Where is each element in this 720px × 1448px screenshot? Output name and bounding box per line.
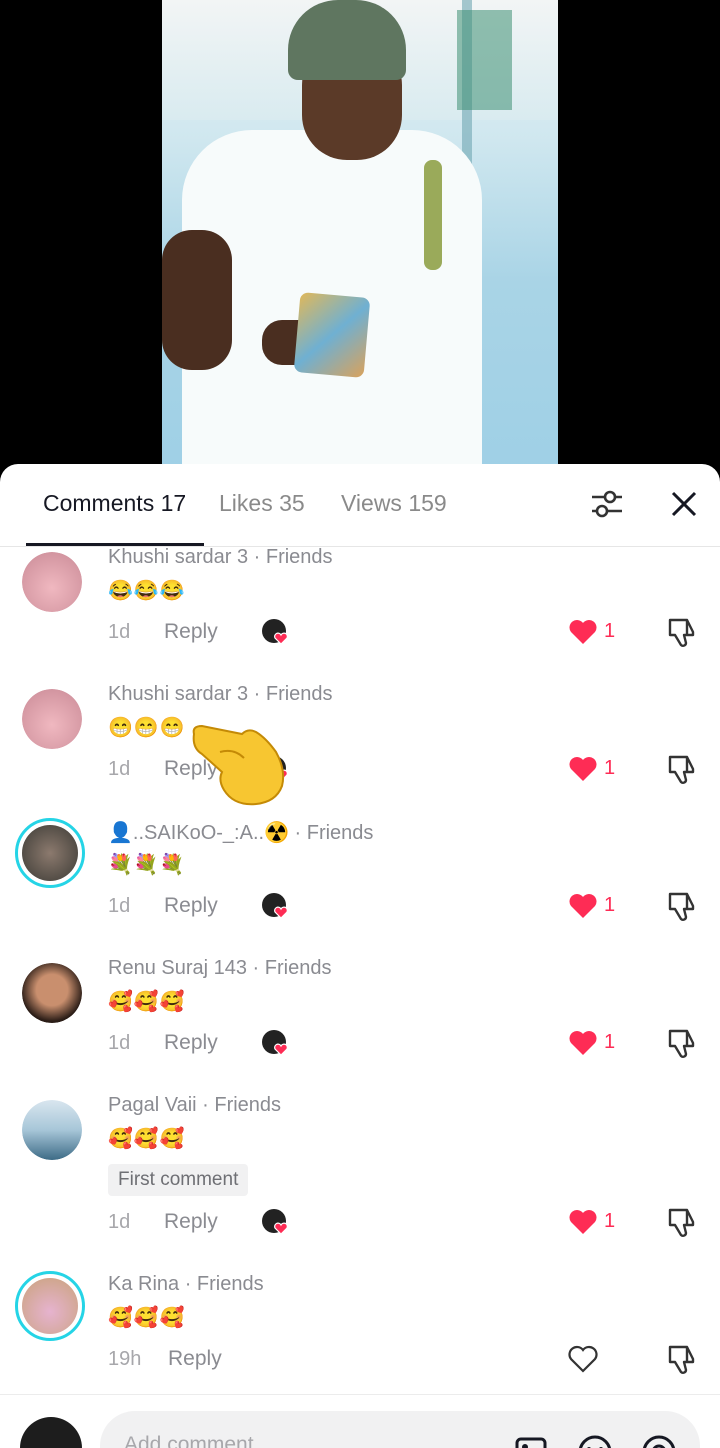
like-button[interactable]: 1 [568, 1029, 618, 1059]
comment-time: 19h [108, 1348, 142, 1370]
comment-author[interactable]: Renu Suraj 143 · Friends [108, 957, 331, 980]
thumbs-down-icon[interactable] [664, 753, 700, 787]
comment-input-placeholder: Add comment... [124, 1433, 272, 1448]
video-person-arm [162, 230, 232, 370]
comment-text: 😂😂😂 [108, 580, 186, 602]
thumbs-down-icon[interactable] [664, 616, 700, 650]
avatar[interactable] [22, 552, 82, 612]
thumbs-down-icon[interactable] [664, 1027, 700, 1061]
comment-text: 😁😁😁 [108, 717, 186, 739]
avatar[interactable] [15, 1271, 85, 1341]
comment-author[interactable]: Khushi sardar 3 · Friends [108, 683, 333, 706]
like-count: 1 [604, 894, 616, 916]
heart-icon [569, 620, 597, 644]
comment-text: 🥰🥰🥰 [108, 1307, 186, 1329]
heart-icon [569, 894, 597, 918]
video-person-cap [288, 0, 406, 80]
heart-icon [568, 1345, 598, 1373]
reply-button[interactable]: Reply [164, 620, 218, 644]
like-button[interactable] [568, 1345, 618, 1375]
comment-item: Renu Suraj 143 · Friends 🥰🥰🥰 1d Reply 1 [0, 957, 720, 1094]
thumbs-down-icon[interactable] [664, 1206, 700, 1240]
comment-author[interactable]: 👤..SAIKoO-_:A..☢️ · Friends [108, 820, 373, 845]
sheet-tabs: Comments 17 Likes 35 Views 159 [0, 464, 720, 547]
creator-liked-icon [262, 893, 288, 919]
filter-sliders-icon[interactable] [587, 484, 627, 524]
comment-author[interactable]: Khushi sardar 3 · Friends [108, 546, 333, 569]
heart-icon [569, 757, 597, 781]
video-person-bag-strap [424, 160, 442, 270]
like-button[interactable]: 1 [568, 618, 618, 648]
thumbs-down-icon[interactable] [664, 890, 700, 924]
creator-liked-icon [262, 1030, 288, 1056]
reply-button[interactable]: Reply [168, 1347, 222, 1371]
comment-item: Pagal Vaii · Friends 🥰🥰🥰 First comment 1… [0, 1094, 720, 1274]
tab-comments[interactable]: Comments 17 [43, 490, 186, 517]
heart-icon [569, 1031, 597, 1055]
tab-views[interactable]: Views 159 [341, 490, 447, 517]
emoji-icon[interactable] [576, 1433, 614, 1448]
avatar[interactable] [22, 1100, 82, 1160]
creator-liked-icon [262, 1209, 288, 1235]
pointing-hand-overlay-icon [192, 724, 285, 806]
heart-icon [569, 1210, 597, 1234]
like-count: 1 [604, 1210, 616, 1232]
reply-button[interactable]: Reply [164, 1210, 218, 1234]
like-button[interactable]: 1 [568, 755, 618, 785]
like-count: 1 [604, 1031, 616, 1053]
image-icon[interactable] [512, 1433, 550, 1448]
comment-time: 1d [108, 621, 131, 643]
like-count: 1 [604, 757, 616, 779]
close-icon[interactable] [664, 484, 704, 524]
avatar[interactable] [22, 963, 82, 1023]
comment-composer: Add comment... [0, 1394, 720, 1448]
first-comment-badge: First comment [108, 1164, 249, 1196]
at-mention-icon[interactable] [640, 1433, 678, 1448]
reply-button[interactable]: Reply [164, 894, 218, 918]
comment-item: Khushi sardar 3 · Friends 😁😁😁 1d Reply 1 [0, 683, 720, 820]
like-button[interactable]: 1 [568, 1208, 618, 1238]
comment-item: Khushi sardar 3 · Friends 😂😂😂 1d Reply 1 [0, 546, 720, 683]
reply-button[interactable]: Reply [164, 1031, 218, 1055]
comment-text: 🥰🥰🥰 [108, 991, 186, 1013]
comment-text: 🥰🥰🥰 [108, 1128, 186, 1150]
thumbs-down-icon[interactable] [664, 1343, 700, 1377]
comment-time: 1d [108, 895, 131, 917]
creator-liked-icon [262, 619, 288, 645]
tab-likes[interactable]: Likes 35 [219, 490, 305, 517]
avatar[interactable] [15, 818, 85, 888]
comment-time: 1d [108, 1032, 131, 1054]
comment-input[interactable]: Add comment... [100, 1411, 700, 1448]
comment-text: 💐💐💐 [108, 854, 186, 876]
comment-time: 1d [108, 758, 131, 780]
avatar[interactable] [22, 689, 82, 749]
video-person-phone [293, 292, 371, 378]
like-count: 1 [604, 620, 616, 642]
comments-sheet: Comments 17 Likes 35 Views 159 Khushi sa… [0, 464, 720, 1448]
comment-item: 👤..SAIKoO-_:A..☢️ · Friends 💐💐💐 1d Reply… [0, 818, 720, 957]
comment-author[interactable]: Ka Rina · Friends [108, 1273, 264, 1296]
like-button[interactable]: 1 [568, 892, 618, 922]
comment-item: Ka Rina · Friends 🥰🥰🥰 19h Reply [0, 1271, 720, 1410]
my-avatar [20, 1417, 82, 1448]
video-preview[interactable] [162, 0, 558, 470]
video-background-sign [457, 10, 512, 110]
comment-time: 1d [108, 1211, 131, 1233]
comment-author[interactable]: Pagal Vaii · Friends [108, 1094, 281, 1117]
